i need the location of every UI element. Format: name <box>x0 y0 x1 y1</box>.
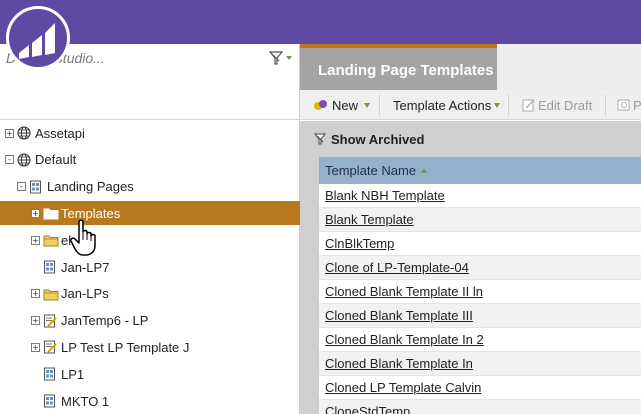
table-row[interactable]: ClnBlkTemp <box>319 232 641 256</box>
tree-item[interactable]: + Jan-LPs <box>0 282 300 306</box>
tree-item[interactable]: Jan-LP7 <box>0 255 300 279</box>
page-grid-icon <box>43 367 57 381</box>
sort-ascending-icon <box>421 168 428 173</box>
template-name-link[interactable]: Clone of LP-Template-04 <box>325 260 469 275</box>
folder-white-icon <box>43 206 59 220</box>
chevron-down-icon <box>364 102 371 108</box>
column-header-template-name[interactable]: Template Name <box>319 157 641 184</box>
hand-cursor-icon <box>70 218 100 261</box>
tree-item[interactable]: LP1 <box>0 362 300 386</box>
table-row[interactable]: Clone of LP-Template-04 <box>319 256 641 280</box>
tree-item-label: Landing Pages <box>47 179 134 195</box>
collapse-icon[interactable]: - <box>17 182 26 192</box>
tree-item[interactable]: + JanTemp6 - LP <box>0 309 300 333</box>
tree-item[interactable]: + Templates <box>0 201 300 226</box>
toolbar-divider <box>508 95 509 115</box>
folder-icon <box>43 233 59 247</box>
template-name-link[interactable]: Cloned LP Template Calvin <box>325 380 481 395</box>
tree-item-label: Assetapi <box>35 125 85 141</box>
tree-item[interactable]: - Landing Pages <box>0 175 300 199</box>
template-name-link[interactable]: Cloned Blank Template II ln <box>325 284 483 299</box>
page-grid-icon <box>43 260 57 274</box>
filter-button[interactable] <box>268 50 294 66</box>
template-actions-button[interactable]: Template Actions <box>393 90 501 120</box>
preview-label: P <box>633 97 641 113</box>
edit-draft-button[interactable]: Edit Draft <box>522 90 592 120</box>
expand-icon[interactable]: + <box>31 289 40 299</box>
collapse-icon[interactable]: - <box>5 155 14 165</box>
templates-grid: Template Name Blank NBH Template Blank Te… <box>319 157 641 414</box>
tree-item-label: LP1 <box>61 366 85 382</box>
page-edit-icon <box>43 340 57 354</box>
filter-icon <box>268 51 292 65</box>
tab-landing-page-templates[interactable]: Landing Page Templates <box>300 44 497 90</box>
page-edit-icon <box>43 314 57 328</box>
tree-item[interactable]: + Assetapi <box>0 121 300 145</box>
tree-item-label: JanTemp6 - LP <box>61 313 149 329</box>
page-grid-icon <box>29 180 43 194</box>
template-name-link[interactable]: CloneStdTemp <box>325 404 410 414</box>
tree-item[interactable]: MKTO 1 <box>0 389 300 413</box>
table-row[interactable]: Cloned Blank Template In 2 <box>319 328 641 352</box>
table-row[interactable]: Blank Template <box>319 208 641 232</box>
toolbar: New Template Actions Edit Draft P <box>300 90 641 120</box>
toolbar-divider <box>605 95 606 115</box>
template-name-link[interactable]: Cloned Blank Template In <box>325 356 473 371</box>
expand-icon[interactable]: + <box>31 235 40 245</box>
table-row[interactable]: Cloned Blank Template In <box>319 352 641 376</box>
new-icon <box>314 100 327 110</box>
table-row[interactable]: Cloned Blank Template II ln <box>319 280 641 304</box>
show-archived-button[interactable]: Show Archived <box>314 129 424 149</box>
table-row[interactable]: Blank NBH Template <box>319 184 641 208</box>
filter-icon <box>314 133 327 145</box>
tree-item-label: Default <box>35 152 77 168</box>
tree-item-label: Jan-LP7 <box>61 259 110 275</box>
column-header-label: Template Name <box>325 163 417 178</box>
preview-button[interactable]: P <box>617 90 641 120</box>
template-name-link[interactable]: Cloned Blank Template III <box>325 308 473 323</box>
top-bar <box>0 0 641 44</box>
globe-icon <box>17 126 31 140</box>
expand-icon[interactable]: + <box>31 208 40 218</box>
table-row[interactable]: Cloned LP Template Calvin <box>319 376 641 400</box>
page-grid-icon <box>43 394 57 408</box>
new-label: New <box>332 97 359 113</box>
template-name-link[interactable]: ClnBlkTemp <box>325 236 394 251</box>
tree-item[interactable]: - Default <box>0 148 300 172</box>
table-row[interactable]: CloneStdTemp <box>319 400 641 414</box>
tab-label: Landing Page Templates <box>318 62 494 79</box>
show-archived-label: Show Archived <box>331 131 425 147</box>
globe-icon <box>17 153 31 167</box>
new-button[interactable]: New <box>313 90 371 120</box>
edit-icon <box>522 99 535 112</box>
grid-body: Blank NBH Template Blank Template ClnBlkTe… <box>319 184 641 414</box>
toolbar-divider <box>379 95 380 115</box>
expand-icon[interactable]: + <box>31 342 40 352</box>
tree-item-label: Jan-LPs <box>61 286 109 302</box>
expand-icon[interactable]: + <box>5 128 14 138</box>
template-actions-label: Template Actions <box>393 97 492 113</box>
template-name-link[interactable]: Blank NBH Template <box>325 188 445 203</box>
edit-draft-label: Edit Draft <box>538 97 593 113</box>
template-name-link[interactable]: Blank Template <box>325 212 414 227</box>
marketo-logo-icon[interactable] <box>6 6 70 70</box>
preview-icon <box>617 99 630 111</box>
expand-icon[interactable]: + <box>31 316 40 326</box>
template-name-link[interactable]: Cloned Blank Template In 2 <box>325 332 484 347</box>
tree-item[interactable]: + LP Test LP Template J <box>0 335 300 359</box>
folder-icon <box>43 287 59 301</box>
tree-item-label: LP Test LP Template J <box>61 339 190 355</box>
tree-item[interactable]: + el <box>0 228 300 252</box>
table-row[interactable]: Cloned Blank Template III <box>319 304 641 328</box>
chevron-down-icon <box>494 102 501 108</box>
tree-item-label: MKTO 1 <box>61 393 110 409</box>
